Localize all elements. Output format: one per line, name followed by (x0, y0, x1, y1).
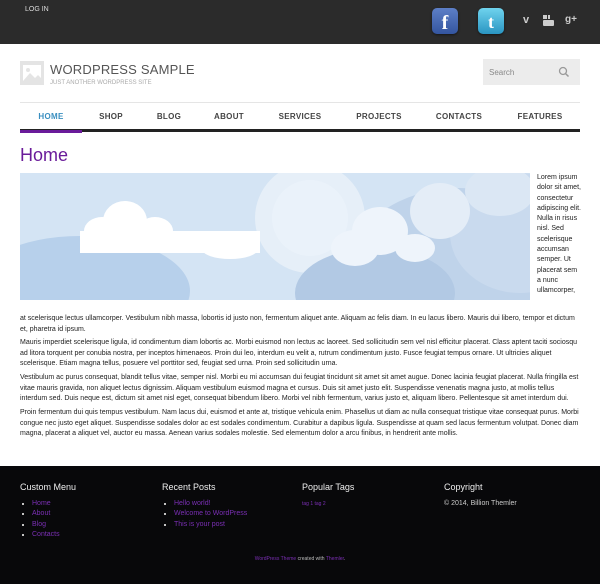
search-input[interactable] (489, 65, 559, 79)
tag-links[interactable]: tag 1 tag 2 (302, 501, 326, 507)
footer-heading: Popular Tags (302, 482, 355, 492)
footer-credit: WordPress Theme created with Themler. (0, 556, 600, 562)
site-title[interactable]: WORDPRESS SAMPLE (50, 62, 195, 77)
nav-item-projects[interactable]: PROJECTS (340, 103, 418, 130)
twitter-icon[interactable]: t (478, 8, 504, 34)
vimeo-icon[interactable]: v (520, 14, 532, 26)
intro-paragraph-continued: at scelerisque lectus ullamcorper. Vesti… (20, 315, 575, 333)
theme-credit-link[interactable]: WordPress Theme (255, 556, 297, 562)
recent-post-link[interactable]: Hello world! (174, 499, 247, 509)
footer-menu-item-home[interactable]: Home (32, 499, 60, 509)
nav-item-home[interactable]: HOME (20, 103, 82, 133)
nav-item-shop[interactable]: SHOP (82, 103, 140, 130)
content-paragraph: Mauris imperdiet scelerisque ligula, id … (20, 339, 578, 367)
nav-item-about[interactable]: ABOUT (198, 103, 260, 130)
footer (0, 466, 600, 584)
nav-item-contacts[interactable]: CONTACTS (418, 103, 500, 130)
content-paragraph: Vestibulum ac purus consequat, blandit t… (20, 374, 579, 402)
themler-link[interactable]: Themler (326, 556, 344, 562)
hero-image (20, 173, 530, 300)
top-bar: LOG IN f t v g+ (0, 0, 600, 44)
google-plus-icon[interactable]: g+ (565, 14, 577, 26)
credit-text: created with (296, 556, 326, 562)
credit-end: . (343, 556, 346, 562)
intro-paragraph-side: Lorem ipsum dolor sit amet, consectetur … (537, 174, 581, 295)
page-title: Home (20, 145, 69, 165)
footer-menu-item-blog[interactable]: Blog (32, 520, 60, 530)
recent-post-link[interactable]: Welcome to WordPress (174, 509, 247, 519)
content-paragraph: Proin fermentum dui quis tempus vestibul… (20, 409, 579, 437)
search-icon[interactable] (558, 66, 570, 78)
footer-menu-item-contacts[interactable]: Contacts (32, 530, 60, 540)
nav-item-blog[interactable]: BLOG (140, 103, 198, 130)
footer-heading: Custom Menu (20, 482, 77, 492)
site-tagline: JUST ANOTHER WORDPRESS SITE (50, 80, 152, 86)
footer-menu-list: Home About Blog Contacts (20, 499, 60, 541)
facebook-icon[interactable]: f (432, 8, 458, 34)
main-nav: HOME SHOP BLOG ABOUT SERVICES PROJECTS C… (20, 102, 580, 133)
recent-post-link[interactable]: This is your post (174, 520, 247, 530)
recent-posts-list: Hello world! Welcome to WordPress This i… (162, 499, 247, 530)
footer-heading: Recent Posts (162, 482, 216, 492)
youtube-icon[interactable] (543, 14, 554, 26)
nav-item-services[interactable]: SERVICES (260, 103, 340, 130)
login-link[interactable]: LOG IN (25, 6, 49, 13)
nav-item-features[interactable]: FEATURES (500, 103, 580, 130)
copyright-text: © 2014, Billion Themler (444, 500, 517, 507)
footer-heading: Copyright (444, 482, 483, 492)
footer-menu-item-about[interactable]: About (32, 509, 60, 519)
site-logo-icon[interactable] (20, 61, 44, 85)
